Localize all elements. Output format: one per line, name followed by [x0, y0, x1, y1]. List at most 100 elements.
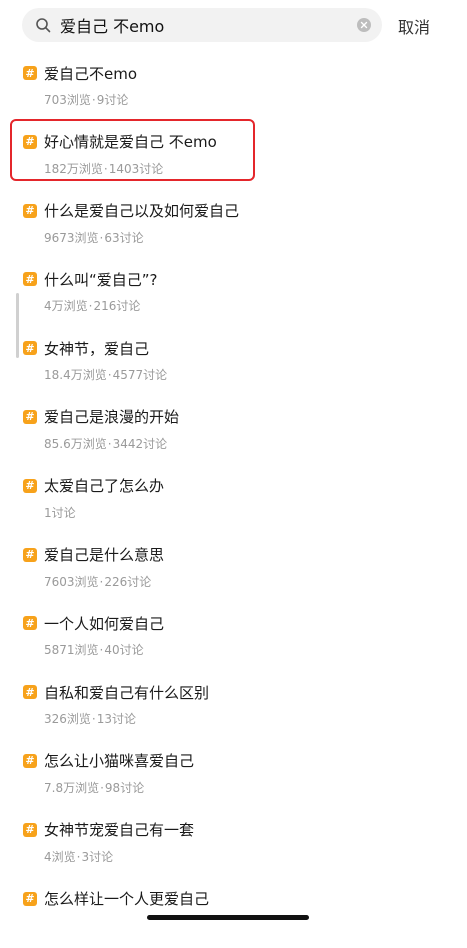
result-title: 爱自己是什么意思	[44, 546, 165, 565]
topic-hash-icon: #	[23, 685, 37, 700]
result-meta: 7603浏览·226讨论	[23, 573, 467, 590]
result-title-row: # 什么是爱自己以及如何爱自己	[23, 202, 467, 220]
result-title: 女神节，爱自己	[44, 339, 150, 358]
cancel-button[interactable]: 取消	[398, 14, 430, 38]
result-meta: 18.4万浏览·4577讨论	[23, 366, 467, 383]
topic-hash-icon: #	[23, 203, 37, 218]
result-title: 自私和爱自己有什么区别	[44, 683, 210, 702]
result-item[interactable]: # 什么是爱自己以及如何爱自己 9673浏览·63讨论	[0, 192, 467, 261]
view-count: 7603浏览	[44, 574, 99, 589]
topic-hash-icon: #	[23, 134, 37, 149]
result-item[interactable]: # 什么叫“爱自己”? 4万浏览·216讨论	[0, 260, 467, 329]
home-indicator[interactable]	[147, 915, 309, 920]
result-title-row: # 爱自己是浪漫的开始	[23, 408, 467, 426]
discussion-count: 3442讨论	[112, 436, 168, 451]
result-item[interactable]: # 自私和爱自己有什么区别 326浏览·13讨论	[0, 673, 467, 742]
meta-separator: ·	[107, 436, 112, 451]
topic-hash-icon: #	[23, 753, 37, 768]
result-item[interactable]: # 爱自己不emo 703浏览·9讨论	[0, 54, 467, 123]
result-title-row: # 什么叫“爱自己”?	[23, 270, 467, 289]
result-title-row: # 怎么样让一个人更爱自己	[23, 890, 467, 908]
result-item[interactable]: # 太爱自己了怎么办 1讨论	[0, 467, 467, 536]
discussion-count: 13讨论	[96, 712, 137, 727]
results-list: # 爱自己不emo 703浏览·9讨论 # 好心情就是爱自己 不emo 182万浏览·14…	[0, 54, 467, 948]
view-count: 182万浏览	[44, 161, 103, 176]
scroll-indicator[interactable]	[16, 293, 19, 358]
discussion-count: 4577讨论	[112, 368, 168, 383]
result-meta: 4浏览·3讨论	[23, 848, 467, 865]
view-count: 7.8万浏览	[44, 780, 100, 795]
topic-hash-icon: #	[23, 822, 37, 837]
result-title-row: # 怎么让小猫咪喜爱自己	[23, 752, 467, 770]
search-input[interactable]: 爱自己 不emo	[60, 13, 356, 37]
search-icon	[34, 16, 52, 34]
result-title: 爱自己是浪漫的开始	[44, 408, 180, 427]
view-count: 9673浏览	[44, 230, 99, 245]
result-meta: 326浏览·13讨论	[23, 710, 467, 727]
topic-hash-icon: #	[23, 341, 37, 356]
meta-separator: ·	[88, 299, 93, 314]
result-meta: 182万浏览·1403讨论	[23, 160, 467, 177]
discussion-count: 1403讨论	[108, 161, 164, 176]
result-meta: 85.6万浏览·3442讨论	[23, 435, 467, 452]
result-title-row: # 好心情就是爱自己 不emo	[23, 133, 467, 151]
result-item[interactable]: # 好心情就是爱自己 不emo 182万浏览·1403讨论	[0, 123, 467, 192]
result-title-row: # 太爱自己了怎么办	[23, 477, 467, 495]
result-title-row: # 自私和爱自己有什么区别	[23, 683, 467, 702]
result-title-row: # 爱自己是什么意思	[23, 546, 467, 564]
discussion-count: 1讨论	[44, 505, 76, 520]
result-item[interactable]: # 怎么样让一个人更爱自己	[0, 880, 467, 948]
result-title: 爱自己不emo	[44, 64, 138, 83]
result-meta: 7.8万浏览·98讨论	[23, 779, 467, 796]
topic-hash-icon: #	[23, 409, 37, 424]
topic-hash-icon: #	[23, 66, 37, 80]
result-title: 女神节宠爱自己有一套	[44, 821, 195, 840]
result-title: 好心情就是爱自己 不emo	[44, 133, 217, 152]
topic-hash-icon: #	[23, 891, 37, 906]
view-count: 85.6万浏览	[44, 436, 107, 451]
discussion-count: 98讨论	[104, 780, 145, 795]
view-count: 703浏览	[44, 93, 91, 107]
result-title-row: # 爱自己不emo	[23, 64, 467, 83]
view-count: 5871浏览	[44, 643, 99, 658]
discussion-count: 3讨论	[81, 849, 114, 864]
result-item[interactable]: # 一个人如何爱自己 5871浏览·40讨论	[0, 604, 467, 673]
topic-hash-icon: #	[23, 547, 37, 562]
result-meta: 5871浏览·40讨论	[23, 641, 467, 658]
result-title: 太爱自己了怎么办	[44, 477, 165, 496]
result-item[interactable]: # 女神节，爱自己 18.4万浏览·4577讨论	[0, 329, 467, 398]
result-title: 什么叫“爱自己”?	[44, 270, 158, 289]
result-meta: 9673浏览·63讨论	[23, 229, 467, 246]
view-count: 326浏览	[44, 712, 91, 727]
meta-separator: ·	[103, 161, 108, 176]
meta-separator: ·	[99, 643, 104, 658]
result-item[interactable]: # 爱自己是浪漫的开始 85.6万浏览·3442讨论	[0, 398, 467, 467]
result-item[interactable]: # 爱自己是什么意思 7603浏览·226讨论	[0, 536, 467, 605]
result-title-row: # 女神节，爱自己	[23, 339, 467, 358]
meta-separator: ·	[76, 849, 81, 864]
meta-separator: ·	[91, 93, 96, 107]
result-item[interactable]: # 怎么让小猫咪喜爱自己 7.8万浏览·98讨论	[0, 742, 467, 811]
result-meta: 703浏览·9讨论	[23, 91, 467, 108]
result-item[interactable]: # 女神节宠爱自己有一套 4浏览·3讨论	[0, 811, 467, 880]
topic-hash-icon: #	[23, 616, 37, 631]
topic-hash-icon: #	[23, 478, 37, 493]
result-meta: 4万浏览·216讨论	[23, 297, 467, 314]
meta-separator: ·	[91, 712, 96, 727]
discussion-count: 9讨论	[96, 93, 129, 107]
result-title-row: # 女神节宠爱自己有一套	[23, 821, 467, 839]
view-count: 4浏览	[44, 849, 76, 864]
meta-separator: ·	[107, 368, 112, 383]
clear-icon[interactable]	[356, 17, 372, 33]
discussion-count: 40讨论	[104, 643, 144, 658]
result-title: 怎么样让一个人更爱自己	[44, 890, 210, 909]
meta-separator: ·	[100, 780, 104, 795]
meta-separator: ·	[99, 574, 104, 589]
result-title-row: # 一个人如何爱自己	[23, 614, 467, 633]
result-title: 怎么让小猫咪喜爱自己	[44, 752, 195, 771]
result-title: 一个人如何爱自己	[44, 614, 165, 633]
result-title: 什么是爱自己以及如何爱自己	[44, 202, 240, 221]
view-count: 4万浏览	[44, 299, 88, 314]
search-bar[interactable]: 爱自己 不emo	[22, 8, 382, 42]
meta-separator: ·	[99, 230, 104, 245]
